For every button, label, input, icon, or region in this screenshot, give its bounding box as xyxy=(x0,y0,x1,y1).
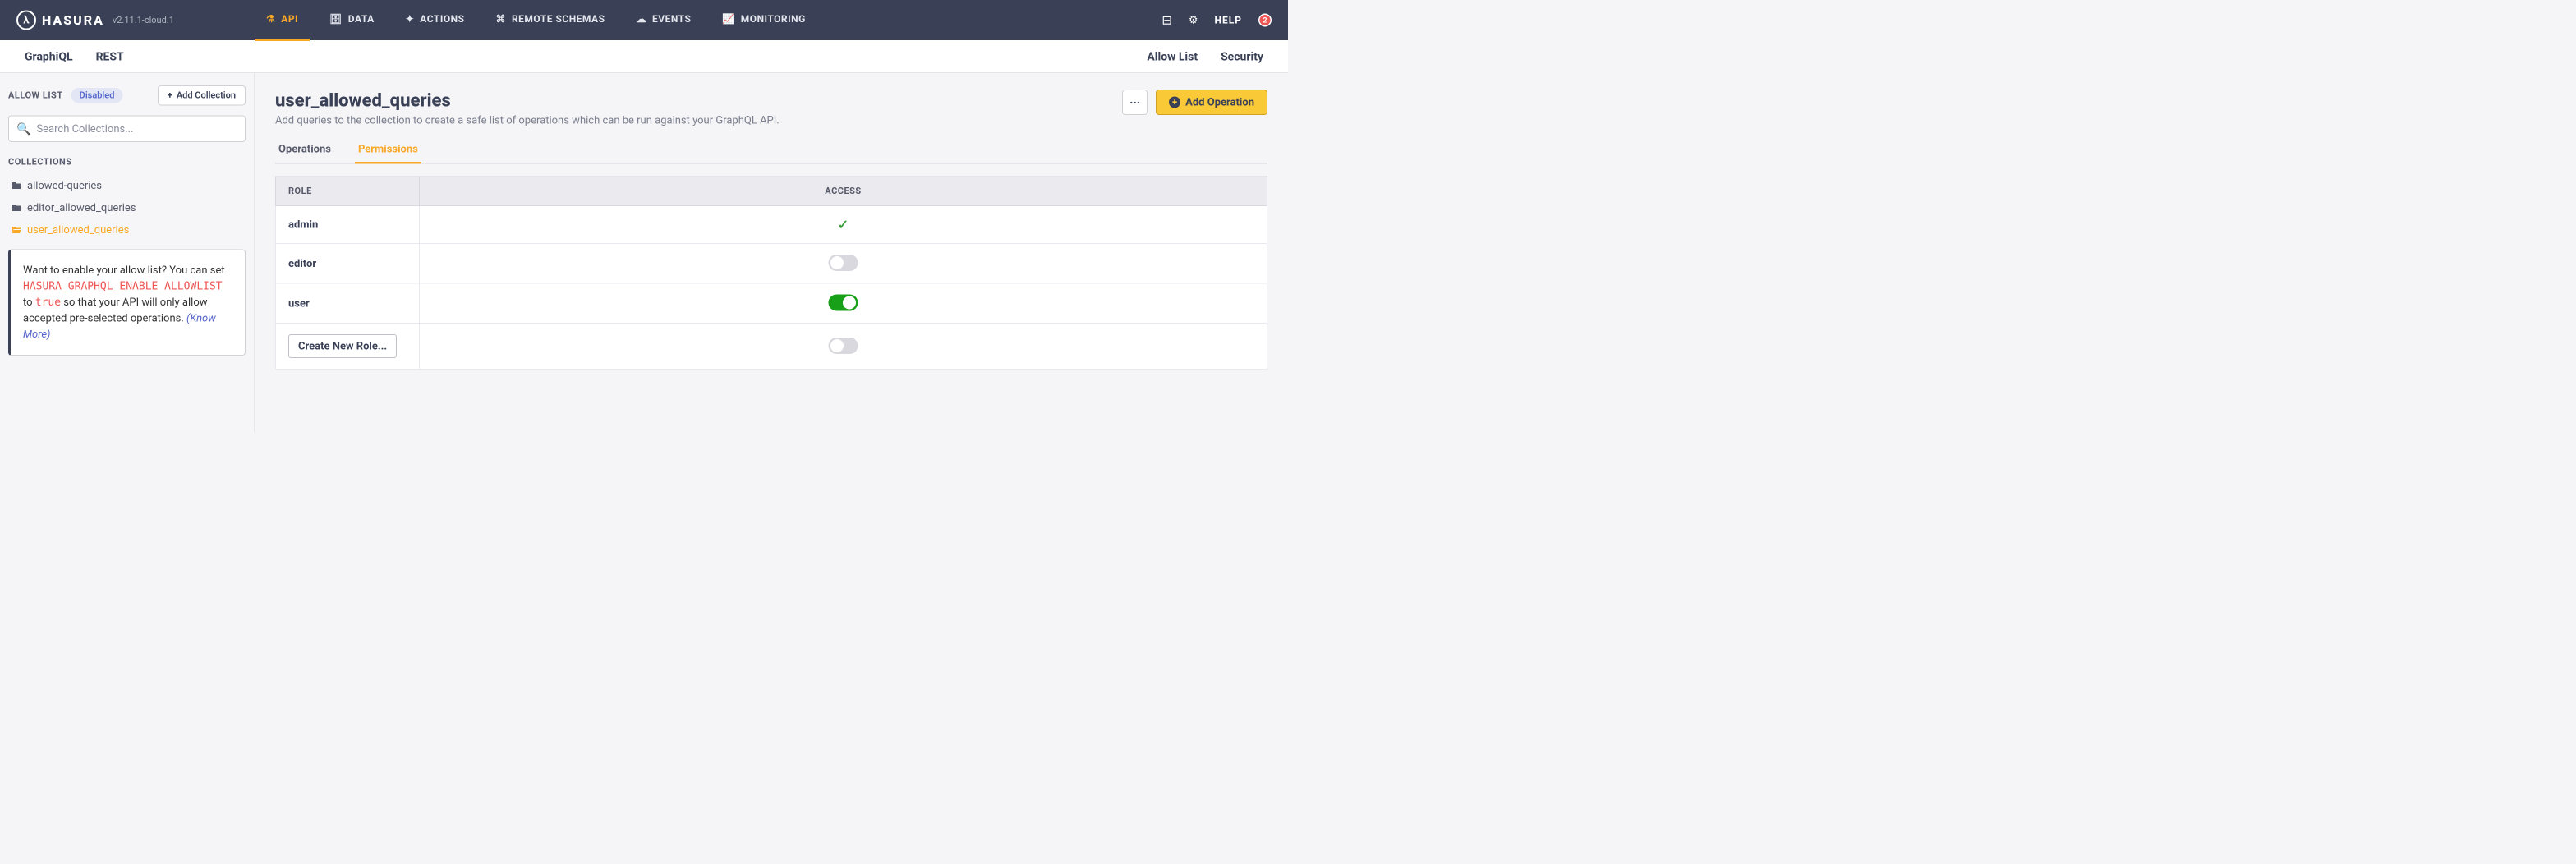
page-title: user_allowed_queries xyxy=(275,90,1122,111)
nav-label: MONITORING xyxy=(741,13,806,25)
role-cell: user xyxy=(276,283,420,324)
sub-navigation: GraphiQL REST Allow List Security xyxy=(0,40,1288,73)
notification-badge[interactable]: 2 xyxy=(1258,14,1272,27)
access-cell: ✓ xyxy=(420,206,1267,244)
search-icon: 🔍 xyxy=(16,122,30,136)
subnav-security[interactable]: Security xyxy=(1221,49,1263,63)
add-collection-label: Add Collection xyxy=(177,90,236,101)
permissions-table: ROLE ACCESS admin ✓ editor xyxy=(275,177,1267,370)
nav-remote-schemas[interactable]: ⌘ REMOTE SCHEMAS xyxy=(484,0,616,41)
search-wrapper[interactable]: 🔍 xyxy=(8,116,246,143)
role-cell: admin xyxy=(276,206,420,244)
table-row: user xyxy=(276,283,1267,324)
info-card: Want to enable your allow list? You can … xyxy=(8,250,246,356)
table-row: editor xyxy=(276,244,1267,284)
help-link[interactable]: HELP xyxy=(1215,15,1242,26)
nav-items: ⚗ API 🗄 DATA ✦ ACTIONS ⌘ REMOTE SCHEMAS … xyxy=(255,0,817,41)
check-icon: ✓ xyxy=(838,217,849,232)
table-header-access: ACCESS xyxy=(420,177,1267,206)
add-collection-button[interactable]: + Add Collection xyxy=(158,85,246,106)
actions-icon: ✦ xyxy=(406,13,415,25)
logo[interactable]: λ HASURA xyxy=(16,11,104,30)
plus-circle-icon: + xyxy=(1169,97,1180,108)
info-text: Want to enable your allow list? You can … xyxy=(23,264,225,277)
table-header-role: ROLE xyxy=(276,177,420,206)
content-tabs: Operations Permissions xyxy=(275,136,1267,164)
nav-monitoring[interactable]: 📈 MONITORING xyxy=(711,0,816,41)
nav-actions[interactable]: ✦ ACTIONS xyxy=(394,0,476,41)
access-toggle-off[interactable] xyxy=(829,255,858,271)
collection-label: user_allowed_queries xyxy=(27,224,129,237)
folder-icon xyxy=(12,204,21,212)
table-row-create: Create New Role... xyxy=(276,324,1267,370)
nav-label: ACTIONS xyxy=(420,13,464,25)
toggle-knob xyxy=(830,339,844,352)
sidebar-header: ALLOW LIST Disabled + Add Collection xyxy=(8,85,246,106)
access-toggle-off[interactable] xyxy=(829,338,858,354)
collection-label: allowed-queries xyxy=(27,180,102,192)
topnav-right: ⊟ ⚙ HELP 2 xyxy=(1162,13,1272,28)
top-navigation: λ HASURA v2.11.1-cloud.1 ⚗ API 🗄 DATA ✦ … xyxy=(0,0,1288,40)
folder-open-icon xyxy=(12,226,21,234)
nav-label: REMOTE SCHEMAS xyxy=(512,13,605,25)
sidebar: ALLOW LIST Disabled + Add Collection 🔍 C… xyxy=(0,73,255,432)
nav-label: EVENTS xyxy=(652,13,691,25)
access-toggle-on[interactable] xyxy=(829,295,858,311)
plus-icon: + xyxy=(168,90,172,101)
logo-area: λ HASURA v2.11.1-cloud.1 xyxy=(16,11,255,30)
toggle-knob xyxy=(843,296,856,310)
nav-label: DATA xyxy=(348,13,375,25)
collection-item[interactable]: allowed-queries xyxy=(8,175,246,197)
status-badge: Disabled xyxy=(71,88,123,103)
nav-events[interactable]: ☁ EVENTS xyxy=(624,0,702,41)
subnav-allow-list[interactable]: Allow List xyxy=(1147,49,1198,75)
add-operation-button[interactable]: + Add Operation xyxy=(1156,90,1267,115)
tab-permissions[interactable]: Permissions xyxy=(355,136,421,164)
create-role-cell: Create New Role... xyxy=(276,324,420,370)
flask-icon: ⚗ xyxy=(266,13,275,25)
add-operation-label: Add Operation xyxy=(1185,96,1254,108)
gear-icon[interactable]: ⚙ xyxy=(1189,14,1198,26)
folder-icon xyxy=(12,182,21,190)
toggle-knob xyxy=(830,256,844,269)
logo-icon: λ xyxy=(16,11,36,30)
heroku-icon[interactable]: ⊟ xyxy=(1162,13,1172,28)
brand-name: HASURA xyxy=(42,12,104,28)
info-code: true xyxy=(35,296,61,309)
cloud-icon: ☁ xyxy=(636,13,646,25)
subnav-rest[interactable]: REST xyxy=(96,49,124,63)
access-cell xyxy=(420,244,1267,284)
page-description: Add queries to the collection to create … xyxy=(275,114,1122,126)
nav-label: API xyxy=(281,13,298,25)
nav-api[interactable]: ⚗ API xyxy=(255,0,310,41)
database-icon: 🗄 xyxy=(329,13,343,25)
chart-icon: 📈 xyxy=(722,13,734,25)
content-area: user_allowed_queries Add queries to the … xyxy=(255,73,1288,432)
table-row: admin ✓ xyxy=(276,206,1267,244)
plug-icon: ⌘ xyxy=(495,13,506,25)
role-cell: editor xyxy=(276,244,420,284)
info-text: to xyxy=(23,296,35,309)
sidebar-title: ALLOW LIST xyxy=(8,90,63,101)
access-cell xyxy=(420,324,1267,370)
more-button[interactable]: ··· xyxy=(1122,90,1148,115)
collection-label: editor_allowed_queries xyxy=(27,202,136,214)
subnav-graphiql[interactable]: GraphiQL xyxy=(25,49,73,63)
collection-item-active[interactable]: user_allowed_queries xyxy=(8,219,246,241)
tab-operations[interactable]: Operations xyxy=(275,136,334,164)
collection-item[interactable]: editor_allowed_queries xyxy=(8,197,246,219)
info-code: HASURA_GRAPHQL_ENABLE_ALLOWLIST xyxy=(23,280,223,292)
search-input[interactable] xyxy=(36,122,237,135)
create-role-button[interactable]: Create New Role... xyxy=(288,334,397,358)
access-cell xyxy=(420,283,1267,324)
nav-data[interactable]: 🗄 DATA xyxy=(318,0,386,41)
collections-section-title: COLLECTIONS xyxy=(8,157,246,168)
version-label: v2.11.1-cloud.1 xyxy=(113,15,174,25)
